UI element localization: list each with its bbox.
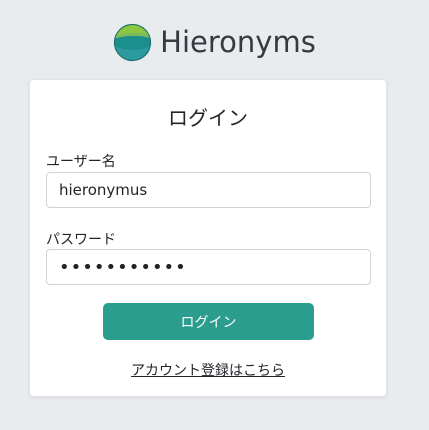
login-button[interactable]: ログイン bbox=[103, 303, 314, 340]
login-card: ログイン ユーザー名 パスワード ログイン アカウント登録はこちら bbox=[29, 79, 387, 397]
brand-header: Hieronyms bbox=[0, 21, 429, 63]
register-link[interactable]: アカウント登録はこちら bbox=[30, 360, 386, 380]
globe-logo-icon bbox=[114, 23, 152, 61]
login-title: ログイン bbox=[168, 106, 248, 130]
username-input[interactable] bbox=[46, 172, 371, 208]
username-label: ユーザー名 bbox=[46, 154, 116, 170]
brand-name: Hieronyms bbox=[160, 25, 316, 59]
password-label: パスワード bbox=[46, 232, 116, 248]
password-input[interactable] bbox=[46, 249, 371, 285]
